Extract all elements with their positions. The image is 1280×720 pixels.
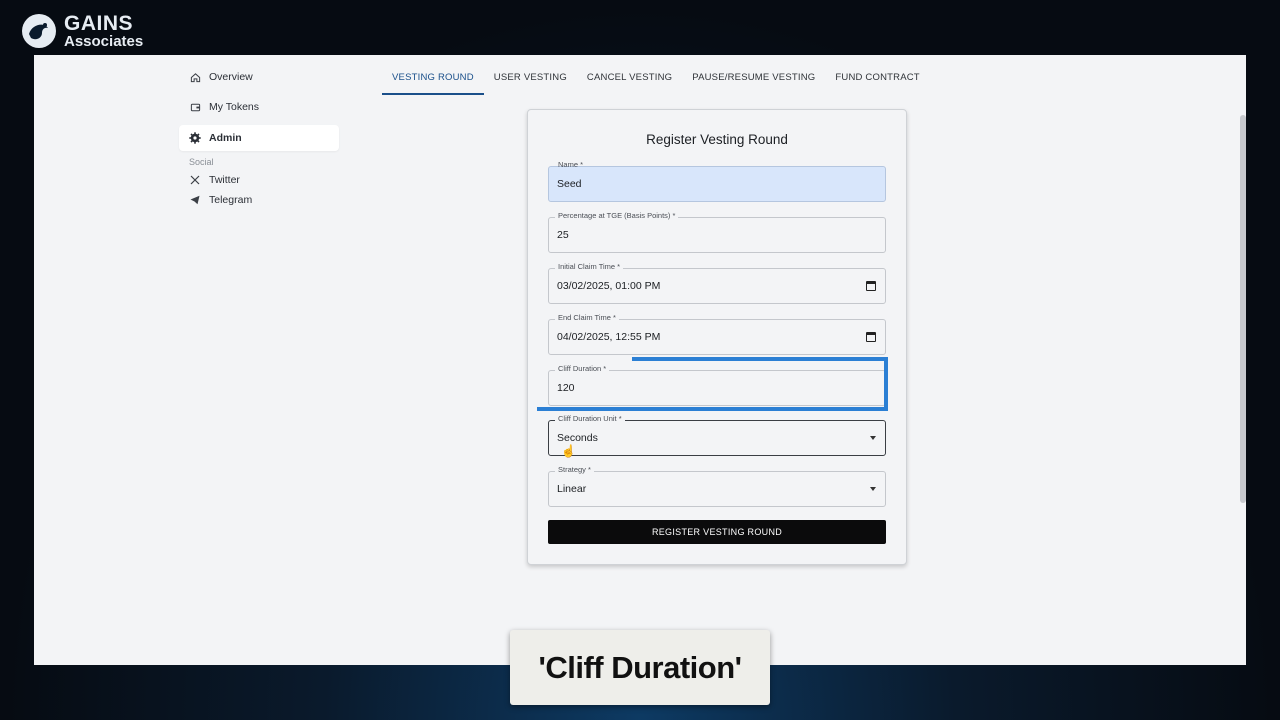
tge-percentage-value: 25: [557, 229, 569, 241]
tge-percentage-label: Percentage at TGE (Basis Points) *: [555, 211, 679, 220]
sidebar-item-label: Twitter: [209, 174, 240, 186]
brand-name: GAINS: [64, 12, 134, 35]
home-icon: [189, 71, 201, 83]
cliff-duration-unit-select[interactable]: Cliff Duration Unit * Seconds: [548, 414, 886, 456]
x-icon: [189, 174, 201, 186]
tab-bar: VESTING ROUND USER VESTING CANCEL VESTIN…: [382, 67, 930, 95]
sidebar-item-admin[interactable]: Admin: [179, 125, 339, 151]
initial-claim-time-field[interactable]: Initial Claim Time * 03/02/2025, 01:00 P…: [548, 262, 886, 304]
sidebar-item-label: Telegram: [209, 194, 253, 206]
cliff-duration-unit-value: Seconds: [557, 432, 598, 444]
chevron-down-icon: [870, 436, 876, 440]
name-field[interactable]: Name * Seed: [548, 160, 886, 202]
name-field-label: Name *: [558, 160, 584, 169]
form-title: Register Vesting Round: [646, 132, 788, 147]
brand-logo: GAINS Associates: [20, 12, 143, 50]
gear-icon: [189, 132, 201, 144]
cliff-duration-unit-label: Cliff Duration Unit *: [555, 414, 625, 423]
tab-cancel-vesting[interactable]: CANCEL VESTING: [577, 67, 682, 95]
calendar-icon[interactable]: [866, 281, 876, 291]
logo-icon: [22, 14, 56, 48]
tab-vesting-round[interactable]: VESTING ROUND: [382, 67, 484, 95]
initial-claim-time-value: 03/02/2025, 01:00 PM: [557, 280, 661, 292]
name-field-value: Seed: [557, 178, 582, 190]
cliff-duration-highlight: [537, 357, 888, 411]
tab-fund-contract[interactable]: FUND CONTRACT: [825, 67, 929, 95]
caption-text: 'Cliff Duration': [538, 649, 742, 685]
end-claim-time-field[interactable]: End Claim Time * 04/02/2025, 12:55 PM: [548, 313, 886, 355]
tab-pause-resume-vesting[interactable]: PAUSE/RESUME VESTING: [682, 67, 825, 95]
tge-percentage-field[interactable]: Percentage at TGE (Basis Points) * 25: [548, 211, 886, 253]
highlight-line: [537, 407, 888, 411]
end-claim-time-value: 04/02/2025, 12:55 PM: [557, 331, 661, 343]
strategy-select[interactable]: Strategy * Linear: [548, 465, 886, 507]
video-caption: 'Cliff Duration': [510, 630, 770, 705]
sidebar-item-telegram[interactable]: Telegram: [179, 191, 339, 209]
highlight-line: [884, 357, 888, 411]
scrollbar[interactable]: [1240, 115, 1246, 503]
end-claim-time-label: End Claim Time *: [555, 313, 619, 322]
sidebar-item-label: Admin: [209, 132, 242, 144]
highlight-line: [632, 357, 888, 361]
brand-subtitle: Associates: [64, 33, 144, 50]
sidebar-item-twitter[interactable]: Twitter: [179, 171, 339, 189]
initial-claim-time-label: Initial Claim Time *: [555, 262, 624, 271]
chevron-down-icon: [870, 487, 876, 491]
strategy-label: Strategy *: [555, 465, 594, 474]
strategy-value: Linear: [557, 483, 587, 495]
sidebar-section-social: Social: [189, 157, 214, 167]
sidebar-item-label: Overview: [209, 71, 253, 83]
sidebar-item-my-tokens[interactable]: My Tokens: [179, 95, 339, 119]
calendar-icon[interactable]: [866, 332, 876, 342]
sidebar-item-label: My Tokens: [209, 101, 259, 113]
register-vesting-round-button[interactable]: REGISTER VESTING ROUND: [548, 520, 886, 544]
register-vesting-round-form: Register Vesting Round Name * Seed Perce…: [527, 109, 907, 565]
sidebar: Overview My Tokens Admin Social Twitter: [179, 65, 339, 211]
wallet-icon: [189, 101, 201, 113]
telegram-icon: [189, 194, 201, 206]
tab-user-vesting[interactable]: USER VESTING: [484, 67, 577, 95]
hand-cursor-icon: ☝: [561, 444, 576, 458]
sidebar-item-overview[interactable]: Overview: [179, 65, 339, 89]
app-window: Overview My Tokens Admin Social Twitter: [34, 55, 1246, 665]
